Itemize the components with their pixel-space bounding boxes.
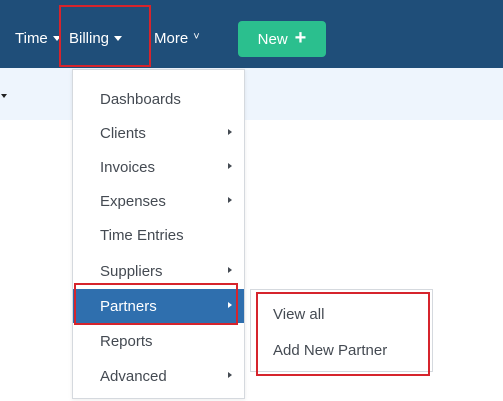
caret-down-icon[interactable]	[1, 94, 7, 98]
new-button-label: New	[257, 30, 288, 48]
double-chevron-down-icon: ˅	[193, 31, 200, 43]
menu-item-clients[interactable]: Clients	[73, 116, 244, 150]
menu-item-dashboards[interactable]: Dashboards	[73, 82, 244, 116]
caret-right-icon	[228, 267, 232, 273]
menu-item-label: Expenses	[100, 192, 166, 210]
menu-item-label: Dashboards	[100, 90, 181, 108]
menu-item-label: Advanced	[100, 367, 167, 385]
menu-item-invoices[interactable]: Invoices	[73, 150, 244, 184]
menu-item-label: Time Entries	[100, 226, 184, 244]
menu-item-advanced[interactable]: Advanced	[73, 359, 244, 393]
caret-right-icon	[228, 163, 232, 169]
billing-dropdown-menu: Dashboards Clients Invoices Expenses Tim…	[72, 69, 245, 399]
menu-item-label: Invoices	[100, 158, 156, 176]
menu-item-expenses[interactable]: Expenses	[73, 184, 244, 218]
menu-item-label: Reports	[100, 332, 153, 350]
menu-item-label: Suppliers	[100, 262, 163, 280]
billing-highlight-box	[59, 5, 151, 67]
caret-right-icon	[228, 372, 232, 378]
plus-icon: +	[294, 27, 307, 49]
caret-right-icon	[228, 129, 232, 135]
menu-item-reports[interactable]: Reports	[73, 324, 244, 358]
menu-item-label: Clients	[100, 124, 146, 142]
nav-time-label: Time	[15, 30, 48, 47]
new-button[interactable]: New +	[238, 21, 326, 57]
nav-time[interactable]: Time	[15, 30, 61, 47]
partners-highlight-box	[74, 283, 238, 325]
caret-right-icon	[228, 197, 232, 203]
nav-more-label: More	[154, 30, 189, 47]
menu-item-time-entries[interactable]: Time Entries	[73, 218, 244, 252]
nav-more[interactable]: More ˅	[154, 30, 200, 47]
submenu-highlight-box	[256, 292, 430, 376]
